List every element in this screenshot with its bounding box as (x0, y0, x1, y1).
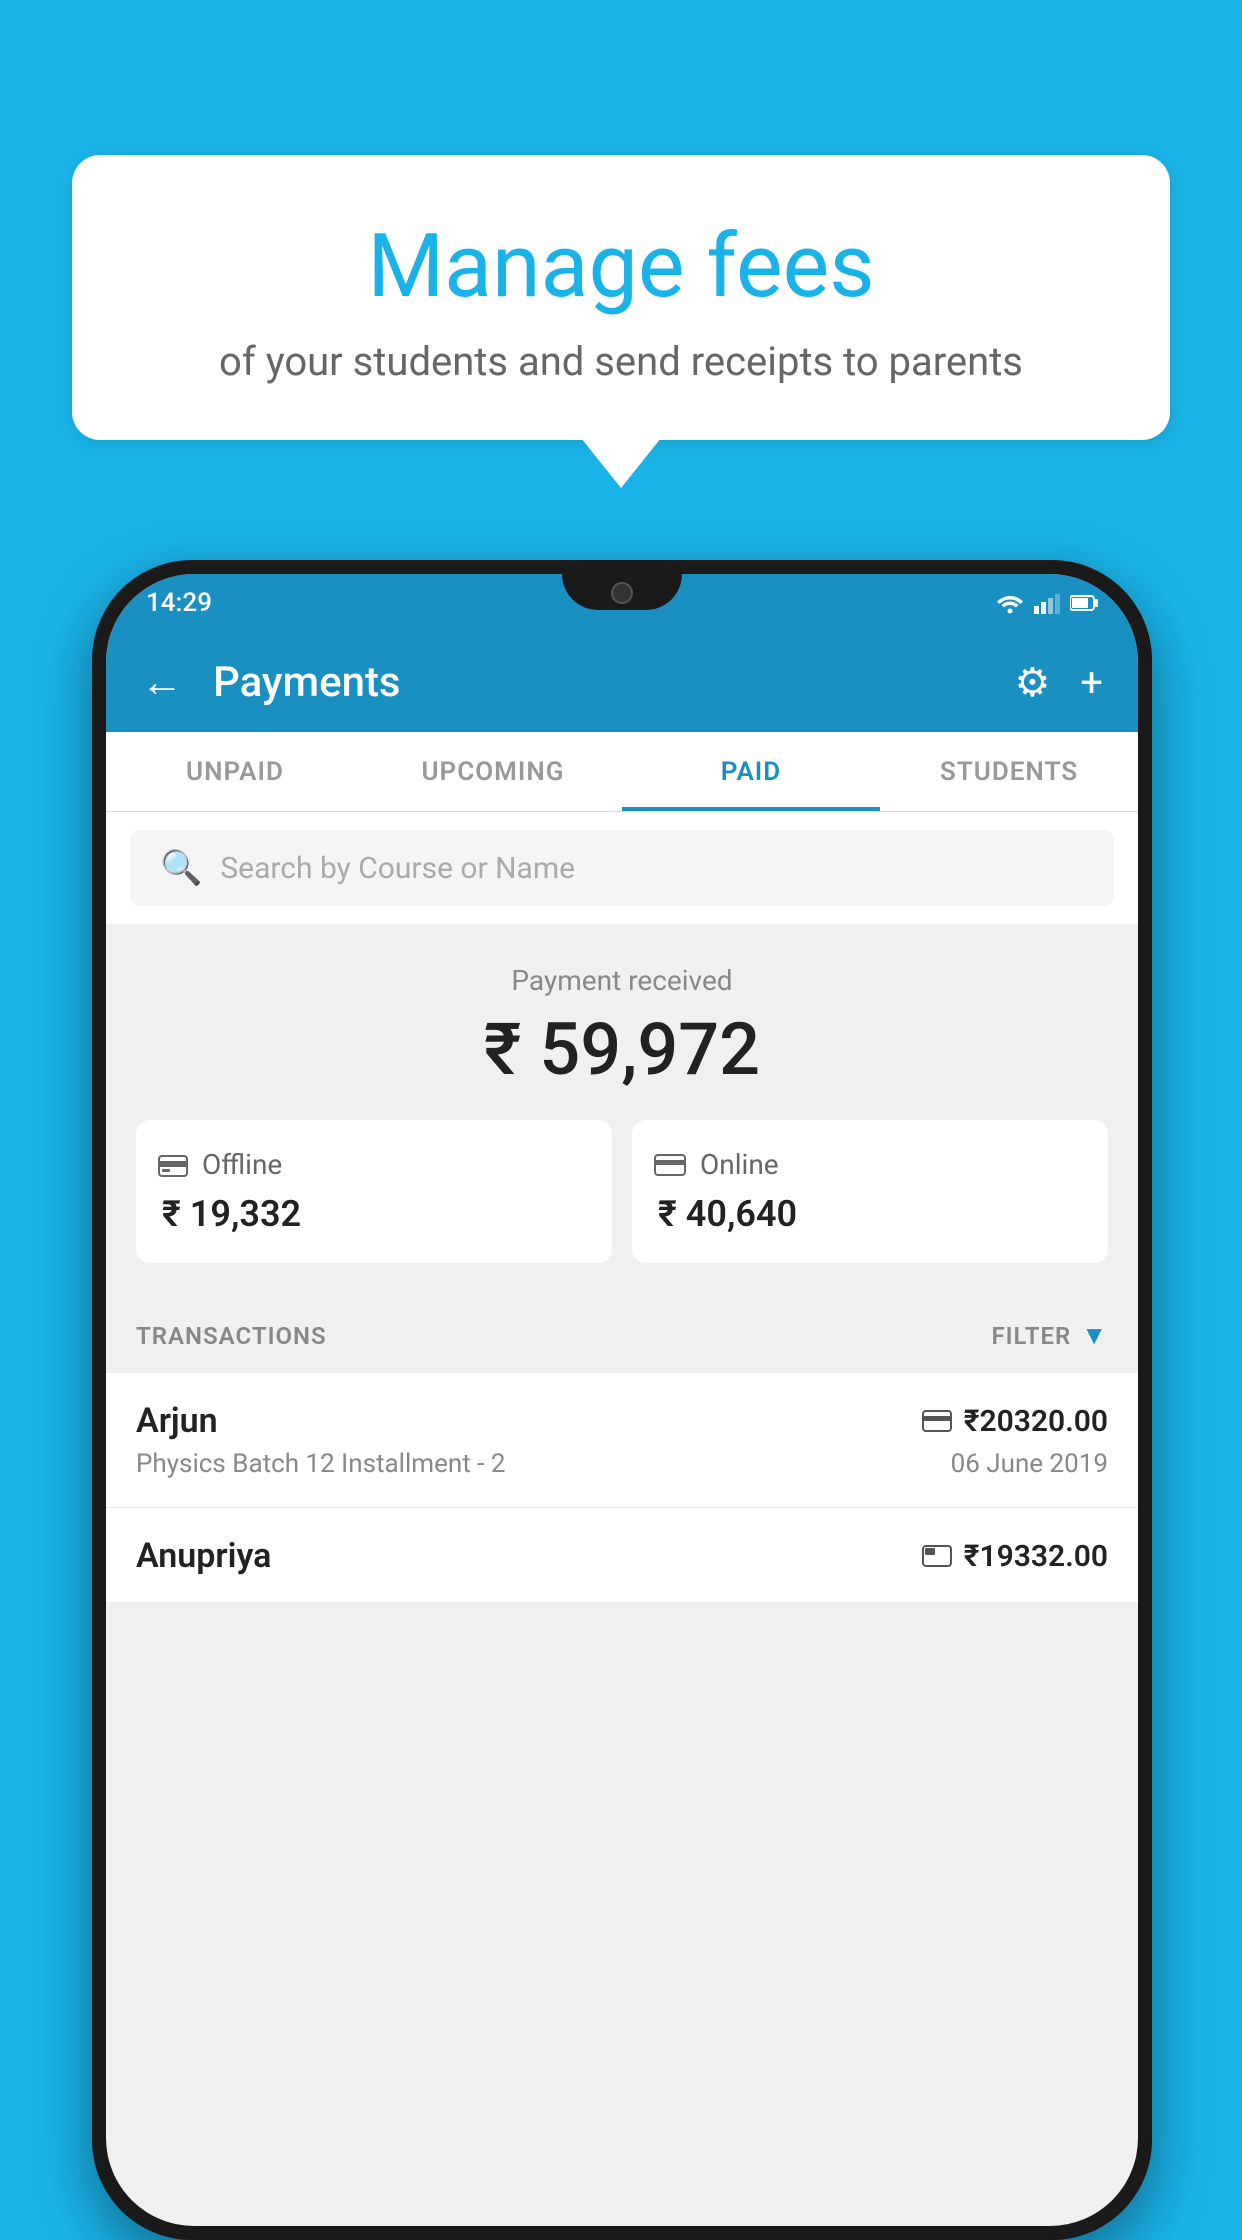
speech-bubble: Manage fees of your students and send re… (72, 155, 1170, 440)
add-icon[interactable]: + (1080, 659, 1103, 706)
tabs-bar: UNPAID UPCOMING PAID STUDENTS (106, 732, 1138, 812)
transaction-date-arjun: 06 June 2019 (951, 1449, 1108, 1479)
transaction-amount-value-anupriya: ₹19332.00 (964, 1539, 1108, 1574)
tab-unpaid[interactable]: UNPAID (106, 732, 364, 811)
wifi-icon (996, 592, 1024, 614)
search-icon: 🔍 (160, 848, 202, 888)
transaction-amount-anupriya: ₹19332.00 (922, 1539, 1108, 1574)
front-camera (611, 582, 633, 604)
transactions-header: TRANSACTIONS FILTER ▼ (106, 1298, 1138, 1373)
tab-paid[interactable]: PAID (622, 732, 880, 811)
phone-screen: 14:29 (106, 574, 1138, 2226)
offline-label: Offline (202, 1148, 282, 1181)
online-label: Online (700, 1148, 779, 1181)
status-time: 14:29 (146, 588, 212, 618)
app-bar: ← Payments ⚙ + (106, 632, 1138, 732)
bubble-title: Manage fees (122, 215, 1120, 318)
transactions-label: TRANSACTIONS (136, 1322, 327, 1350)
payment-total-amount: ₹ 59,972 (136, 1007, 1108, 1092)
transaction-sub-arjun: Physics Batch 12 Installment - 2 06 June… (136, 1449, 1108, 1479)
online-amount: ₹ 40,640 (654, 1193, 797, 1235)
filter-icon: ▼ (1081, 1320, 1108, 1351)
card-icon-anupriya (922, 1544, 952, 1568)
offline-payment-card: Offline ₹ 19,332 (136, 1120, 612, 1263)
filter-button[interactable]: FILTER ▼ (991, 1320, 1108, 1351)
tab-students[interactable]: STUDENTS (880, 732, 1138, 811)
online-payment-card: Online ₹ 40,640 (632, 1120, 1108, 1263)
tab-upcoming[interactable]: UPCOMING (364, 732, 622, 811)
transaction-name-arjun: Arjun (136, 1401, 218, 1441)
offline-icon (158, 1152, 188, 1178)
phone-notch (562, 574, 682, 610)
online-icon (654, 1153, 686, 1177)
settings-icon[interactable]: ⚙ (1014, 659, 1050, 706)
offline-amount: ₹ 19,332 (158, 1193, 301, 1235)
phone-frame: 14:29 (92, 560, 1152, 2240)
search-container: 🔍 Search by Course or Name (106, 812, 1138, 924)
search-bar[interactable]: 🔍 Search by Course or Name (130, 830, 1114, 906)
transaction-amount-value-arjun: ₹20320.00 (964, 1404, 1108, 1439)
transaction-row-arjun: Arjun ₹20320.00 (136, 1401, 1108, 1441)
filter-label: FILTER (991, 1322, 1071, 1350)
card-icon-arjun (922, 1409, 952, 1433)
transaction-row-anupriya: Anupriya ₹19332.00 (136, 1536, 1108, 1576)
transaction-name-anupriya: Anupriya (136, 1536, 271, 1576)
payment-received-label: Payment received (136, 964, 1108, 997)
signal-icon (1034, 592, 1060, 614)
battery-icon (1070, 594, 1098, 612)
back-button[interactable]: ← (141, 658, 183, 707)
bubble-subtitle: of your students and send receipts to pa… (122, 338, 1120, 385)
transaction-course-arjun: Physics Batch 12 Installment - 2 (136, 1449, 505, 1479)
online-card-header: Online (654, 1148, 779, 1181)
payment-summary: Payment received ₹ 59,972 Offline ₹ 19,3… (106, 924, 1138, 1298)
payment-cards: Offline ₹ 19,332 Online ₹ 40,640 (136, 1120, 1108, 1263)
transaction-item-arjun[interactable]: Arjun ₹20320.00 Physics Batch 12 Install… (106, 1373, 1138, 1508)
app-bar-title: Payments (213, 658, 984, 707)
offline-card-header: Offline (158, 1148, 282, 1181)
status-icons (996, 592, 1098, 614)
transaction-item-anupriya[interactable]: Anupriya ₹19332.00 (106, 1508, 1138, 1602)
app-bar-actions: ⚙ + (1014, 659, 1103, 706)
transaction-amount-arjun: ₹20320.00 (922, 1404, 1108, 1439)
search-input[interactable]: Search by Course or Name (220, 851, 575, 886)
